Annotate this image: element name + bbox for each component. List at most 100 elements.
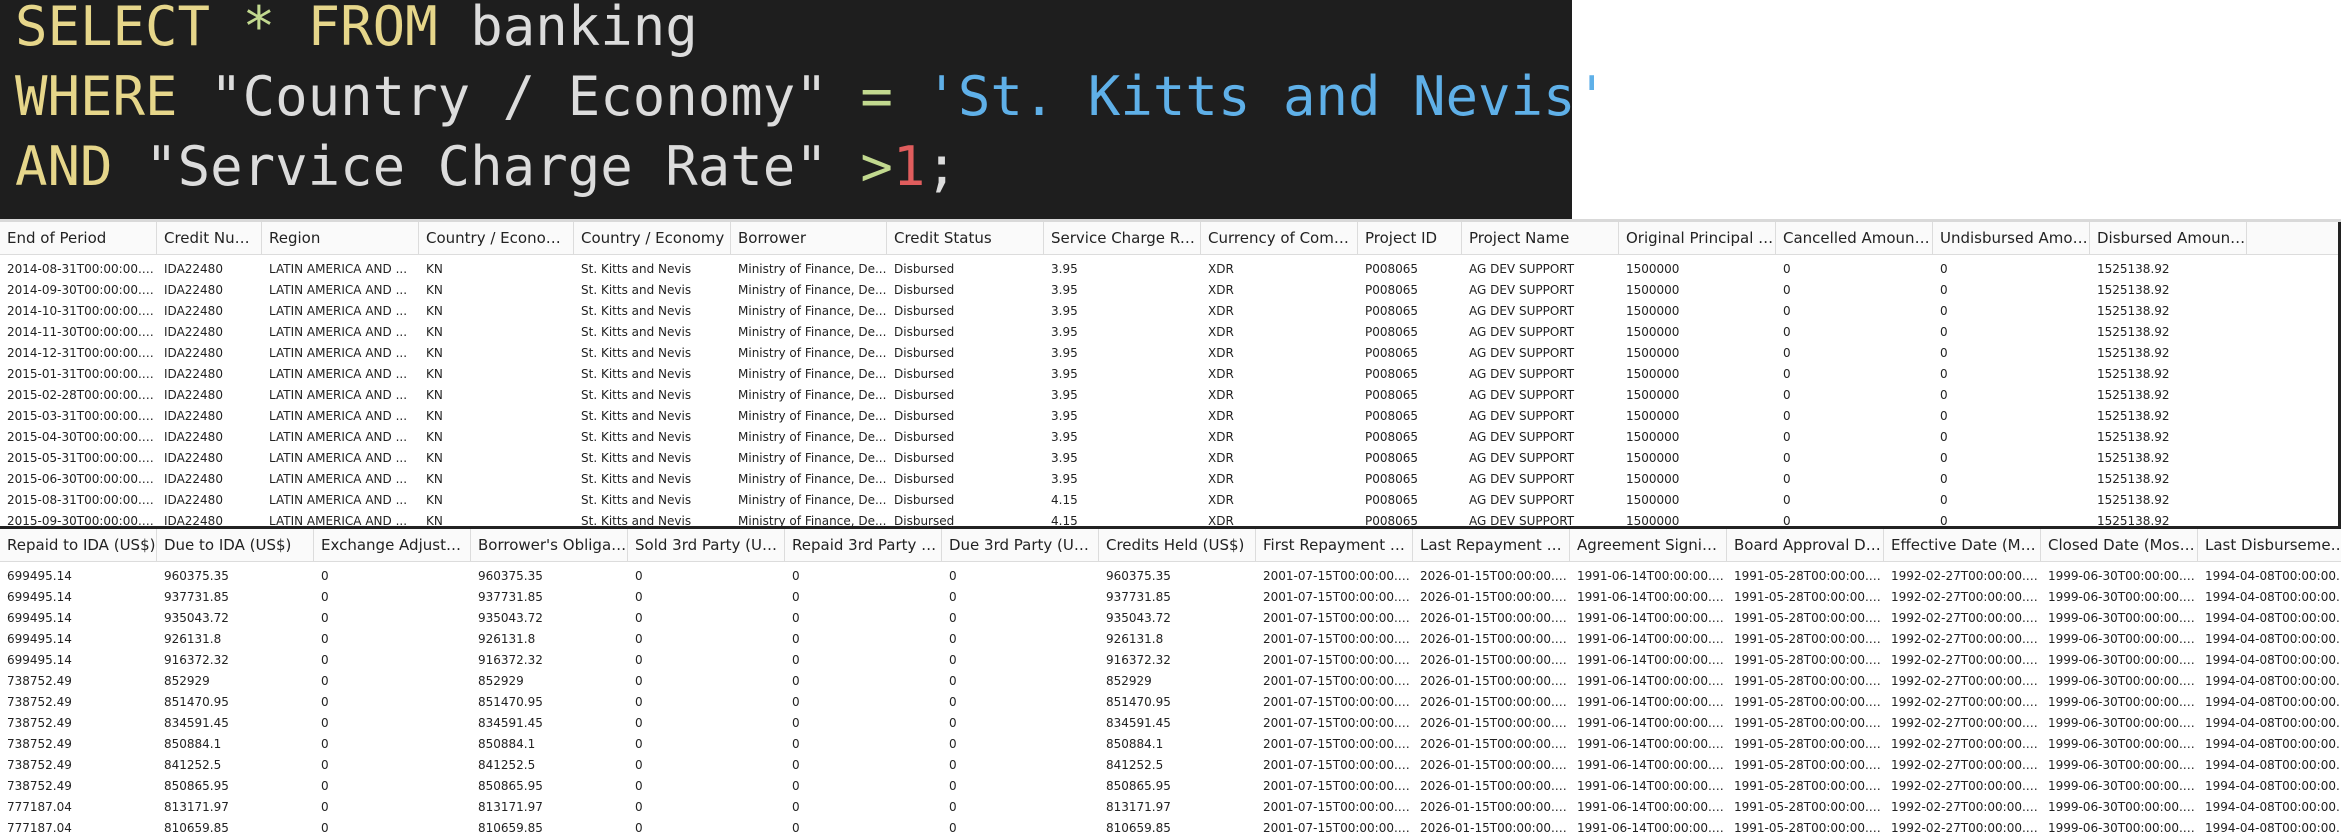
table-cell[interactable]: 850865.95 bbox=[157, 776, 314, 797]
table-cell[interactable]: 2026-01-15T00:00:00.0... bbox=[1413, 713, 1570, 734]
table-cell[interactable]: 1525138.92 bbox=[2090, 385, 2247, 406]
table-row[interactable]: 2015-05-31T00:00:00.0... IDA22480 LATIN AM… bbox=[0, 448, 2338, 469]
table-cell[interactable]: 1991-05-28T00:00:00.0... bbox=[1727, 587, 1884, 608]
table-cell[interactable]: 0 bbox=[785, 734, 942, 755]
table-cell[interactable]: 0 bbox=[1933, 259, 2090, 280]
table-cell[interactable]: 2026-01-15T00:00:00.0... bbox=[1413, 608, 1570, 629]
table-cell[interactable]: 0 bbox=[1776, 280, 1933, 301]
table-cell[interactable]: AG DEV SUPPORT bbox=[1462, 427, 1619, 448]
table-cell[interactable]: 841252.5 bbox=[157, 755, 314, 776]
column-header[interactable]: Closed Date (Most ... bbox=[2041, 529, 2198, 561]
table-cell[interactable]: 1994-04-08T00:00:00.0... bbox=[2198, 671, 2341, 692]
table-cell[interactable]: IDA22480 bbox=[157, 280, 262, 301]
table-cell[interactable]: 3.95 bbox=[1044, 259, 1201, 280]
table-cell[interactable]: Ministry of Finance, De... bbox=[731, 406, 887, 427]
table-cell[interactable]: 0 bbox=[314, 755, 471, 776]
table-cell[interactable]: 851470.95 bbox=[157, 692, 314, 713]
table-cell[interactable]: KN bbox=[419, 259, 574, 280]
table-cell[interactable]: 926131.8 bbox=[157, 629, 314, 650]
table-cell[interactable]: 1991-05-28T00:00:00.0... bbox=[1727, 629, 1884, 650]
table-cell[interactable]: 0 bbox=[942, 797, 1099, 818]
table-cell[interactable]: 1999-06-30T00:00:00.0... bbox=[2041, 608, 2198, 629]
table-cell[interactable]: 0 bbox=[942, 587, 1099, 608]
column-header[interactable]: Due to IDA (US$) bbox=[157, 529, 314, 561]
table-cell[interactable]: AG DEV SUPPORT bbox=[1462, 385, 1619, 406]
table-cell[interactable]: 0 bbox=[628, 566, 785, 587]
table-cell[interactable]: 852929 bbox=[471, 671, 628, 692]
table-cell[interactable]: 1991-06-14T00:00:00.0... bbox=[1570, 713, 1727, 734]
column-header[interactable]: Effective Date (Mos... bbox=[1884, 529, 2041, 561]
table-cell[interactable]: KN bbox=[419, 448, 574, 469]
table-cell[interactable]: P008065 bbox=[1358, 301, 1462, 322]
table-cell[interactable]: 2026-01-15T00:00:00.0... bbox=[1413, 671, 1570, 692]
table-cell[interactable]: St. Kitts and Nevis bbox=[574, 427, 731, 448]
table-cell[interactable]: St. Kitts and Nevis bbox=[574, 385, 731, 406]
table-cell[interactable]: P008065 bbox=[1358, 259, 1462, 280]
table-cell[interactable]: 1994-04-08T00:00:00.0... bbox=[2198, 776, 2341, 797]
table-cell[interactable]: 0 bbox=[628, 818, 785, 836]
table-cell[interactable]: XDR bbox=[1201, 259, 1358, 280]
table-cell[interactable]: 0 bbox=[942, 734, 1099, 755]
table-cell[interactable]: 1994-04-08T00:00:00.0... bbox=[2198, 818, 2341, 836]
table-cell[interactable]: P008065 bbox=[1358, 364, 1462, 385]
table-row[interactable]: 738752.49 841252.5 0 841252.5 0 0 0 841252.5 200… bbox=[0, 755, 2341, 776]
table-cell[interactable]: IDA22480 bbox=[157, 385, 262, 406]
table-cell[interactable]: 0 bbox=[1933, 469, 2090, 490]
table-cell[interactable]: 2026-01-15T00:00:00.0... bbox=[1413, 587, 1570, 608]
table-cell[interactable]: 916372.32 bbox=[157, 650, 314, 671]
table-cell[interactable]: 0 bbox=[1933, 364, 2090, 385]
table-cell[interactable]: XDR bbox=[1201, 511, 1358, 526]
table-cell[interactable]: 1500000 bbox=[1619, 490, 1776, 511]
table-cell[interactable]: 0 bbox=[314, 797, 471, 818]
table-cell[interactable]: Disbursed bbox=[887, 427, 1044, 448]
table-cell[interactable]: 1991-05-28T00:00:00.0... bbox=[1727, 797, 1884, 818]
table-cell[interactable]: St. Kitts and Nevis bbox=[574, 301, 731, 322]
table-cell[interactable]: 1992-02-27T00:00:00.0... bbox=[1884, 734, 2041, 755]
table-cell[interactable]: St. Kitts and Nevis bbox=[574, 448, 731, 469]
table-cell[interactable]: 0 bbox=[785, 818, 942, 836]
table-cell[interactable]: 3.95 bbox=[1044, 301, 1201, 322]
table-cell[interactable]: 0 bbox=[314, 650, 471, 671]
column-header[interactable]: Agreement Signing... bbox=[1570, 529, 1727, 561]
table-cell[interactable]: 2001-07-15T00:00:00.0... bbox=[1256, 755, 1413, 776]
column-header[interactable]: Project Name bbox=[1462, 222, 1619, 254]
table-cell[interactable]: 1992-02-27T00:00:00.0... bbox=[1884, 797, 2041, 818]
table-cell[interactable]: 1992-02-27T00:00:00.0... bbox=[1884, 671, 2041, 692]
table-cell[interactable]: 0 bbox=[785, 629, 942, 650]
table-row[interactable]: 738752.49 850884.1 0 850884.1 0 0 0 850884.1 200… bbox=[0, 734, 2341, 755]
table-cell[interactable]: IDA22480 bbox=[157, 511, 262, 526]
table-cell[interactable]: P008065 bbox=[1358, 469, 1462, 490]
table-row[interactable]: 777187.04 810659.85 0 810659.85 0 0 0 810659.85… bbox=[0, 818, 2341, 836]
table-cell[interactable]: LATIN AMERICA AND ... bbox=[262, 322, 419, 343]
table-cell[interactable]: LATIN AMERICA AND ... bbox=[262, 469, 419, 490]
table-cell[interactable]: KN bbox=[419, 427, 574, 448]
table-cell[interactable]: 1999-06-30T00:00:00.0... bbox=[2041, 713, 2198, 734]
table-cell[interactable]: 1994-04-08T00:00:00.0... bbox=[2198, 629, 2341, 650]
table-cell[interactable]: 1991-05-28T00:00:00.0... bbox=[1727, 671, 1884, 692]
table-cell[interactable]: KN bbox=[419, 385, 574, 406]
table-cell[interactable]: 0 bbox=[1776, 406, 1933, 427]
table-cell[interactable]: Disbursed bbox=[887, 511, 1044, 526]
column-header[interactable]: Country / Economy bbox=[574, 222, 731, 254]
table-row[interactable]: 699495.14 935043.72 0 935043.72 0 0 0 935043.72… bbox=[0, 608, 2341, 629]
table-cell[interactable]: Ministry of Finance, De... bbox=[731, 427, 887, 448]
table-cell[interactable]: St. Kitts and Nevis bbox=[574, 343, 731, 364]
table-cell[interactable]: 2001-07-15T00:00:00.0... bbox=[1256, 608, 1413, 629]
table-cell[interactable]: 0 bbox=[785, 671, 942, 692]
table-cell[interactable]: 1500000 bbox=[1619, 343, 1776, 364]
table-cell[interactable]: 1991-06-14T00:00:00.0... bbox=[1570, 734, 1727, 755]
table-cell[interactable]: IDA22480 bbox=[157, 490, 262, 511]
table-cell[interactable]: 3.95 bbox=[1044, 385, 1201, 406]
table-cell[interactable]: Disbursed bbox=[887, 448, 1044, 469]
table-cell[interactable]: 2026-01-15T00:00:00.0... bbox=[1413, 734, 1570, 755]
table-cell[interactable]: 1999-06-30T00:00:00.0... bbox=[2041, 671, 2198, 692]
table-cell[interactable]: 2026-01-15T00:00:00.0... bbox=[1413, 797, 1570, 818]
table-cell[interactable]: 1991-06-14T00:00:00.0... bbox=[1570, 776, 1727, 797]
table-cell[interactable]: Ministry of Finance, De... bbox=[731, 490, 887, 511]
table-cell[interactable]: St. Kitts and Nevis bbox=[574, 469, 731, 490]
table-cell[interactable]: 850884.1 bbox=[1099, 734, 1256, 755]
table-row[interactable]: 2015-06-30T00:00:00.0... IDA22480 LATIN AM… bbox=[0, 469, 2338, 490]
table-cell[interactable]: 0 bbox=[942, 671, 1099, 692]
table-cell[interactable]: 0 bbox=[314, 776, 471, 797]
table-cell[interactable]: 0 bbox=[314, 692, 471, 713]
